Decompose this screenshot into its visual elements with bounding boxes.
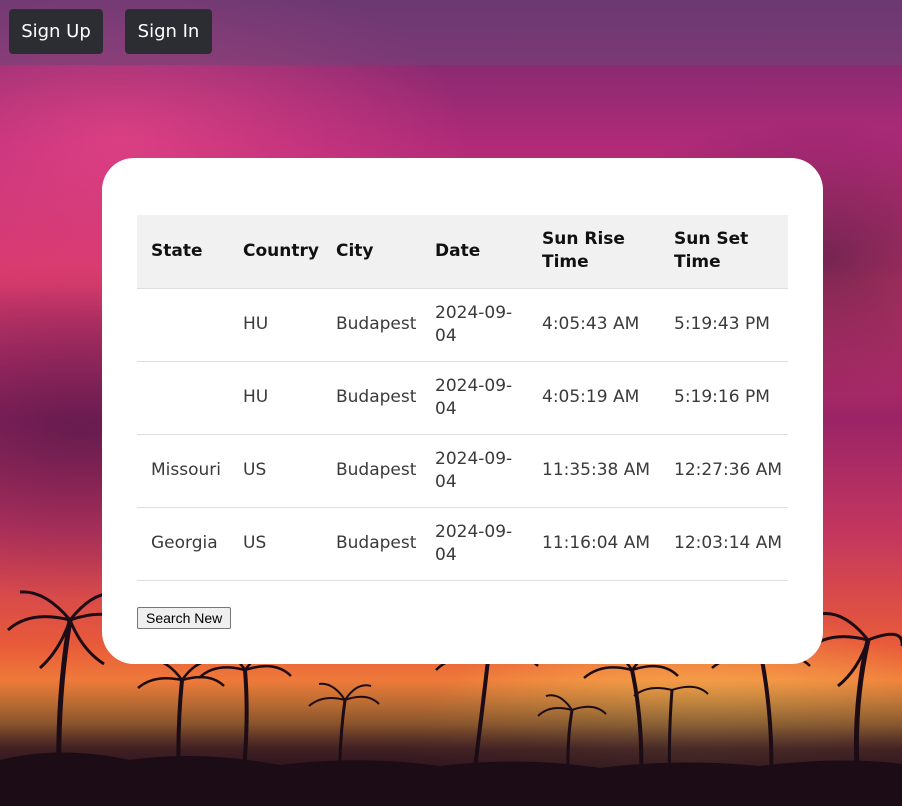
cell-city: Budapest: [336, 460, 417, 480]
cell-sunrise: 11:35:38 AM: [542, 460, 651, 480]
cell-country: HU: [243, 314, 269, 334]
cell-sunset: 5:19:16 PM: [674, 387, 770, 407]
cell-country: HU: [243, 387, 269, 407]
table-row: HU Budapest 2024-09-04 4:05:19 AM 5:19:1…: [137, 361, 788, 434]
sun-times-table: State Country City Date Sun Rise Time Su…: [137, 215, 788, 581]
header-state: State: [151, 240, 203, 261]
cell-sunrise: 4:05:19 AM: [542, 387, 640, 407]
sign-in-button[interactable]: Sign In: [125, 9, 212, 54]
cell-state: Missouri: [151, 460, 221, 480]
cell-date: 2024-09-04: [435, 375, 513, 419]
cell-date: 2024-09-04: [435, 521, 513, 565]
cell-date: 2024-09-04: [435, 448, 513, 492]
cell-city: Budapest: [336, 387, 417, 407]
cell-state: [137, 361, 229, 434]
cell-date: 2024-09-04: [435, 302, 513, 346]
header-sunrise: Sun Rise Time: [542, 229, 625, 273]
table-row: Georgia US Budapest 2024-09-04 11:16:04 …: [137, 507, 788, 580]
cell-state: [137, 288, 229, 361]
results-card: State Country City Date Sun Rise Time Su…: [102, 158, 823, 664]
cell-sunset: 12:03:14 AM: [674, 533, 783, 553]
cell-state: Georgia: [151, 533, 218, 553]
header-city: City: [336, 240, 374, 261]
header-date: Date: [435, 240, 481, 261]
cell-sunset: 12:27:36 AM: [674, 460, 783, 480]
header-sunset: Sun Set Time: [674, 229, 749, 273]
table-row: HU Budapest 2024-09-04 4:05:43 AM 5:19:4…: [137, 288, 788, 361]
top-navbar: Sign Up Sign In: [0, 0, 902, 65]
cell-city: Budapest: [336, 314, 417, 334]
cell-sunset: 5:19:43 PM: [674, 314, 770, 334]
cell-sunrise: 11:16:04 AM: [542, 533, 651, 553]
cell-sunrise: 4:05:43 AM: [542, 314, 640, 334]
sign-up-button[interactable]: Sign Up: [9, 9, 103, 54]
cell-country: US: [243, 533, 267, 553]
table-header-row: State Country City Date Sun Rise Time Su…: [137, 215, 788, 288]
header-country: Country: [243, 240, 319, 261]
cell-country: US: [243, 460, 267, 480]
cell-city: Budapest: [336, 533, 417, 553]
table-row: Missouri US Budapest 2024-09-04 11:35:38…: [137, 434, 788, 507]
search-new-button[interactable]: Search New: [137, 607, 232, 629]
